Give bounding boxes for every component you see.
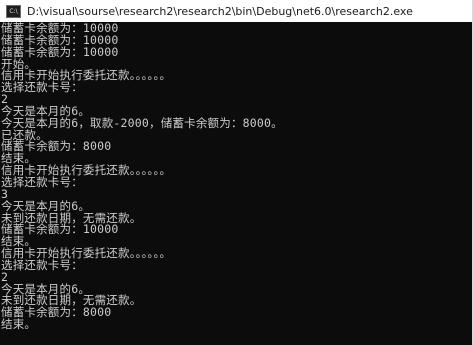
console-app-icon: C:\	[6, 4, 21, 18]
console-output[interactable]: 储蓄卡余额为：10000 储蓄卡余额为：10000 储蓄卡余额为：10000 开始。信…	[0, 22, 472, 331]
console-line: 储蓄卡余额为：8000	[1, 305, 112, 320]
console-line: 储蓄卡余额为：10000	[1, 222, 119, 237]
console-line: 选择还款卡号：	[1, 80, 83, 95]
console-line: 选择还款卡号：	[1, 174, 83, 189]
title-bar[interactable]: C:\ D:\visual\sourse\research2\research2…	[0, 0, 472, 22]
console-line: 选择还款卡号：	[1, 257, 83, 272]
console-line: 今天是本月的6，取款-2000，储蓄卡余额为：8000。	[1, 115, 283, 130]
console-window: C:\ D:\visual\sourse\research2\research2…	[0, 0, 474, 345]
console-line: 储蓄卡余额为：8000	[1, 139, 112, 154]
console-line: 储蓄卡余额为：10000	[1, 44, 119, 59]
console-line: 结束。	[1, 317, 37, 332]
window-title: D:\visual\sourse\research2\research2\bin…	[27, 4, 413, 18]
